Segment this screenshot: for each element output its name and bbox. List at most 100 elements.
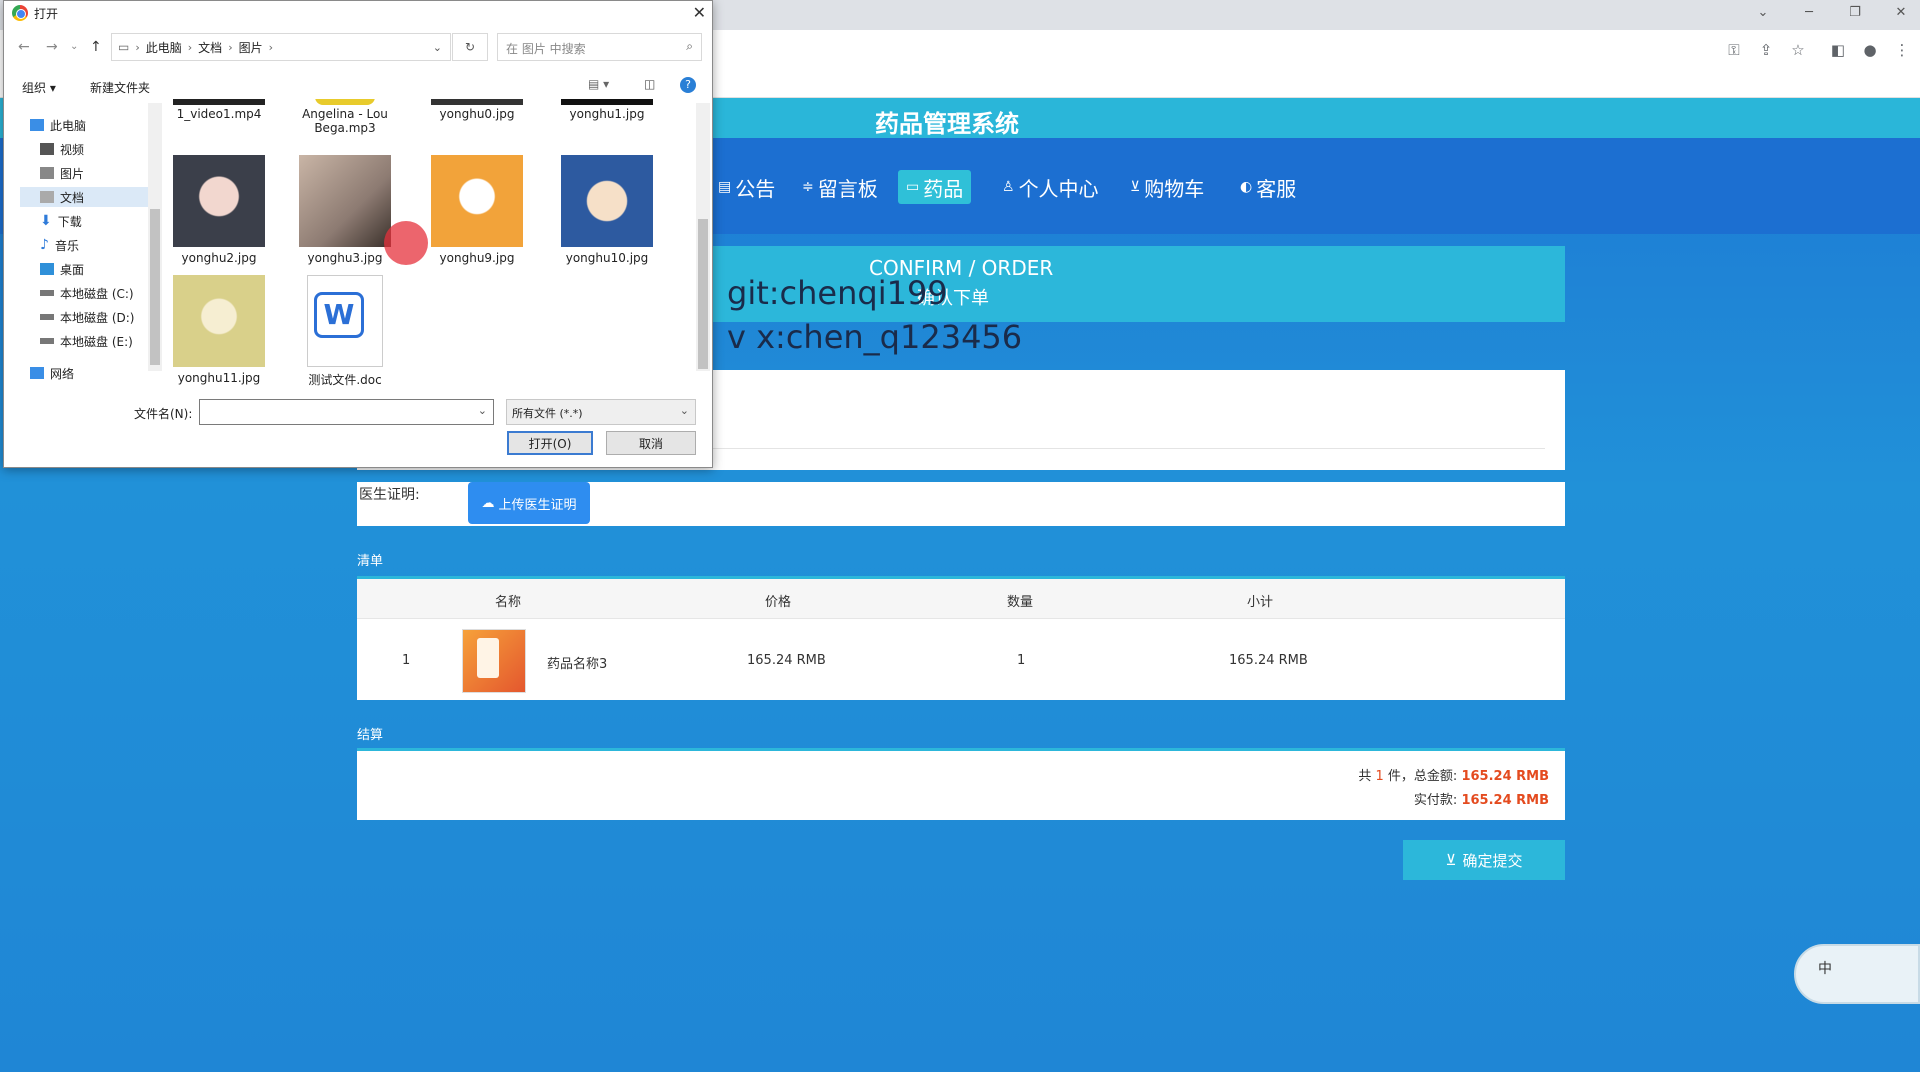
file-name: yonghu2.jpg (181, 251, 257, 265)
breadcrumb-documents[interactable]: 文档 (198, 39, 222, 56)
filetype-select[interactable]: 所有文件 (*.*) ⌄ (506, 399, 696, 425)
open-button[interactable]: 打开(O) (507, 431, 593, 455)
image-thumbnail (431, 99, 523, 105)
file-item[interactable]: 1_video1.mp4 (164, 99, 274, 121)
tree-item-documents[interactable]: 文档 (20, 187, 148, 207)
file-name: yonghu10.jpg (565, 251, 649, 265)
recent-dropdown-icon[interactable]: ⌄ (70, 41, 78, 52)
drug-icon: ▭ (906, 179, 920, 195)
tree-item-desktop[interactable]: 桌面 (40, 259, 84, 279)
close-window-button[interactable]: ✕ (1878, 0, 1920, 24)
file-item[interactable]: yonghu3.jpg (290, 155, 400, 265)
tree-label: 文档 (60, 190, 85, 205)
tree-item-downloads[interactable]: ⬇ 下载 (40, 211, 82, 231)
forward-icon[interactable]: → (46, 39, 58, 55)
drive-icon (40, 314, 54, 320)
tree-item-music[interactable]: ♪ 音乐 (40, 235, 79, 255)
tree-item-drive-d[interactable]: 本地磁盘 (D:) (40, 307, 134, 327)
chevron-down-icon: ⌄ (679, 404, 689, 417)
files-scrollbar[interactable] (696, 103, 710, 371)
tree-label: 下载 (57, 214, 82, 229)
paid-amount: 165.24 RMB (1461, 793, 1549, 808)
nav-support[interactable]: ◐ 客服 (1232, 170, 1304, 204)
file-item[interactable]: yonghu9.jpg (422, 155, 532, 265)
upload-certificate-button[interactable]: ☁ 上传医生证明 (468, 482, 590, 524)
share-icon[interactable]: ⇪ (1752, 36, 1780, 64)
filename-label: 文件名(N): (134, 407, 193, 421)
organize-menu[interactable]: 组织 ▾ (22, 79, 56, 96)
tree-item-videos[interactable]: 视频 (40, 139, 84, 159)
sidebar-icon[interactable]: ◧ (1824, 36, 1852, 64)
profile-icon[interactable]: ● (1856, 36, 1884, 64)
chevron-down-icon[interactable]: ⌄ (433, 41, 442, 54)
up-icon[interactable]: ↑ (90, 39, 102, 55)
view-options-icon[interactable]: ▤ ▾ (588, 77, 609, 91)
scrollbar-thumb[interactable] (150, 209, 160, 365)
tree-label: 视频 (60, 142, 85, 157)
doctor-certificate-row: 医生证明: ☁ 上传医生证明 (357, 482, 1565, 526)
file-item[interactable]: yonghu2.jpg (164, 155, 274, 265)
restore-button[interactable]: ❐ (1832, 0, 1878, 24)
dialog-title: 打开 (34, 7, 59, 21)
breadcrumb-pictures[interactable]: 图片 (239, 39, 263, 56)
close-icon[interactable]: ✕ (693, 3, 706, 22)
row-subtotal: 165.24 RMB (1229, 653, 1308, 668)
file-item[interactable]: Angelina - Lou Bega.mp3 (290, 99, 400, 135)
help-icon[interactable]: ? (680, 77, 696, 93)
nav-drugs[interactable]: ▭ 药品 (898, 170, 972, 204)
file-item[interactable]: yonghu0.jpg (422, 99, 532, 121)
nav-announcements[interactable]: ▤ 公告 (710, 170, 783, 204)
tree-item-drive-e[interactable]: 本地磁盘 (E:) (40, 331, 133, 351)
tree-label: 此电脑 (50, 118, 87, 133)
tree-item-drive-c[interactable]: 本地磁盘 (C:) (40, 283, 134, 303)
nav-cart[interactable]: ⊻ 购物车 (1122, 170, 1212, 204)
tree-item-pictures[interactable]: 图片 (40, 163, 84, 183)
search-icon: ⌕ (686, 39, 693, 53)
tree-label: 本地磁盘 (C:) (60, 286, 134, 301)
tree-label: 桌面 (60, 262, 85, 277)
tree-label: 音乐 (54, 238, 79, 253)
nav-profile[interactable]: ♙ 个人中心 (994, 170, 1107, 204)
file-name: yonghu3.jpg (307, 251, 383, 265)
menu-icon[interactable]: ⋮ (1888, 36, 1916, 64)
ime-floating-widget[interactable]: 中 (1794, 944, 1920, 1004)
new-folder-button[interactable]: 新建文件夹 (90, 79, 150, 96)
settle-section-label: 结算 (357, 728, 384, 743)
key-icon[interactable]: ⚿ (1720, 36, 1748, 64)
tree-scrollbar[interactable] (148, 103, 162, 371)
file-item[interactable]: yonghu11.jpg (164, 275, 274, 385)
drive-icon (40, 338, 54, 344)
search-input[interactable]: 在 图片 中搜索 ⌕ (497, 33, 702, 61)
submit-order-button[interactable]: ⊻ 确定提交 (1403, 840, 1565, 880)
address-bar[interactable]: ▭ › 此电脑 › 文档 › 图片 › ⌄ (111, 33, 451, 61)
star-icon[interactable]: ☆ (1784, 36, 1812, 64)
preview-pane-icon[interactable]: ◫ (644, 77, 655, 91)
chevron-down-icon[interactable]: ⌄ (478, 404, 487, 417)
file-item[interactable]: yonghu1.jpg (552, 99, 662, 121)
filename-input[interactable]: ⌄ (199, 399, 494, 425)
refresh-icon[interactable]: ↻ (452, 33, 488, 61)
cancel-button[interactable]: 取消 (606, 431, 696, 455)
breadcrumb-pc[interactable]: 此电脑 (146, 39, 182, 56)
notice-icon: ▤ (718, 179, 732, 195)
desktop-icon (40, 263, 54, 275)
scrollbar-thumb[interactable] (698, 219, 708, 369)
tree-item-network[interactable]: 网络 (30, 363, 74, 383)
nav-label: 留言板 (817, 176, 878, 201)
video-thumbnail (173, 99, 265, 105)
file-name: Angelina - Lou Bega.mp3 (302, 107, 388, 135)
filetype-value: 所有文件 (*.*) (512, 407, 583, 420)
file-item[interactable]: W 测试文件.doc (290, 275, 400, 388)
image-thumbnail (561, 99, 653, 105)
download-icon: ⬇ (40, 213, 52, 229)
minimize-button[interactable]: ─ (1786, 0, 1832, 24)
nav-message-board[interactable]: ≑ 留言板 (794, 170, 886, 204)
tab-search-icon[interactable]: ⌄ (1740, 0, 1786, 24)
file-name: 测试文件.doc (308, 373, 382, 387)
tree-item-pc[interactable]: 此电脑 (30, 115, 86, 135)
back-icon[interactable]: ← (18, 39, 30, 55)
file-item[interactable]: yonghu10.jpg (552, 155, 662, 265)
settlement-panel: 共 1 件，总金额: 165.24 RMB 实付款: 165.24 RMB (357, 748, 1565, 820)
total-summary: 共 1 件，总金额: 165.24 RMB (1358, 765, 1549, 784)
site-title: 药品管理系统 (875, 110, 1019, 138)
